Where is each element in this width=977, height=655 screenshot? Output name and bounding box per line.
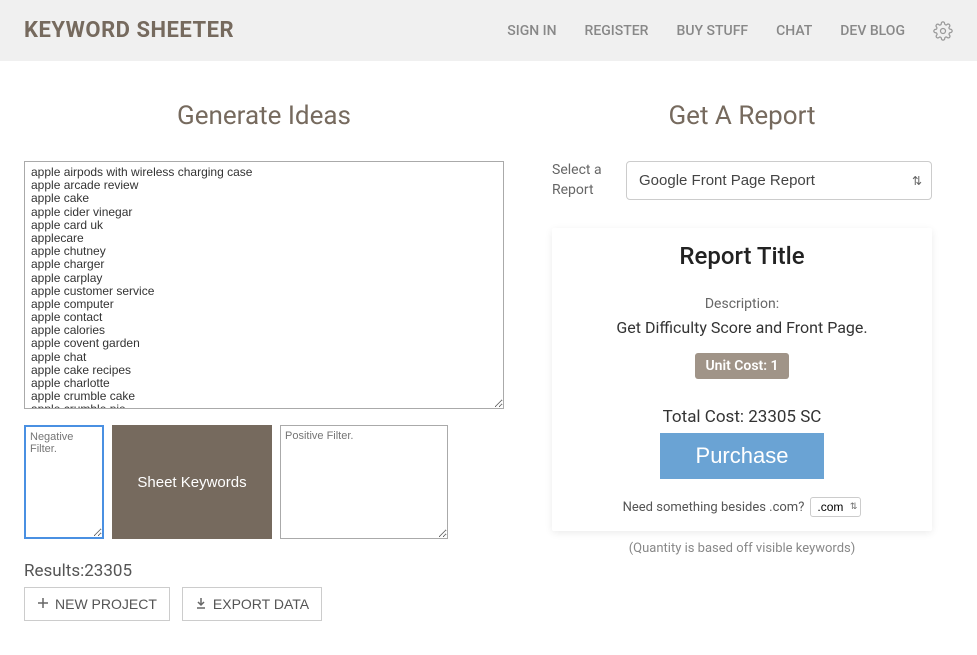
plus-icon xyxy=(37,596,49,612)
total-cost: Total Cost: 23305 SC xyxy=(570,407,914,427)
tld-select[interactable]: .com xyxy=(810,497,861,517)
ideas-panel: Generate Ideas Sheet Keywords Results:23… xyxy=(24,101,504,621)
nav-sign-in[interactable]: SIGN IN xyxy=(507,23,556,39)
nav: SIGN IN REGISTER BUY STUFF CHAT DEV BLOG xyxy=(507,21,953,41)
purchase-button[interactable]: Purchase xyxy=(660,433,825,479)
main-content: Generate Ideas Sheet Keywords Results:23… xyxy=(0,61,977,645)
sheet-keywords-button[interactable]: Sheet Keywords xyxy=(112,425,272,539)
new-project-button[interactable]: NEW PROJECT xyxy=(24,587,170,621)
nav-buy-stuff[interactable]: BUY STUFF xyxy=(677,23,749,39)
nav-register[interactable]: REGISTER xyxy=(585,23,649,39)
export-data-label: EXPORT DATA xyxy=(213,596,309,612)
download-icon xyxy=(195,596,207,612)
gear-icon[interactable] xyxy=(933,21,953,41)
report-card: Report Title Description: Get Difficulty… xyxy=(552,228,932,531)
negative-filter-input[interactable] xyxy=(24,425,104,539)
select-report-label: Select a Report xyxy=(552,161,612,200)
report-select-row: Select a Report Google Front Page Report… xyxy=(552,161,932,200)
new-project-label: NEW PROJECT xyxy=(55,596,157,612)
results-count: 23305 xyxy=(84,561,132,581)
results-line: Results:23305 xyxy=(24,561,504,581)
positive-filter-input[interactable] xyxy=(280,425,448,539)
description-text: Get Difficulty Score and Front Page. xyxy=(570,318,914,337)
tld-row: Need something besides .com? .com ⇅ xyxy=(570,497,914,517)
report-card-title: Report Title xyxy=(570,242,914,270)
description-label: Description: xyxy=(570,296,914,312)
quantity-note: (Quantity is based off visible keywords) xyxy=(552,541,932,556)
filters-row: Sheet Keywords xyxy=(24,425,504,539)
tld-select-wrapper: .com ⇅ xyxy=(810,497,861,517)
tld-label: Need something besides .com? xyxy=(623,500,805,515)
nav-dev-blog[interactable]: DEV BLOG xyxy=(840,23,905,39)
logo: KEYWORD SHEETER xyxy=(24,18,234,43)
export-data-button[interactable]: EXPORT DATA xyxy=(182,587,322,621)
select-wrapper: Google Front Page Report ⇅ xyxy=(626,161,932,200)
results-label: Results: xyxy=(24,561,84,581)
report-panel: Get A Report Select a Report Google Fron… xyxy=(552,101,932,621)
keywords-textarea[interactable] xyxy=(24,161,504,409)
header: KEYWORD SHEETER SIGN IN REGISTER BUY STU… xyxy=(0,0,977,61)
unit-cost-badge: Unit Cost: 1 xyxy=(695,353,788,379)
report-select[interactable]: Google Front Page Report xyxy=(626,161,932,200)
ideas-title: Generate Ideas xyxy=(24,101,504,131)
action-buttons: NEW PROJECT EXPORT DATA xyxy=(24,587,504,621)
report-section-title: Get A Report xyxy=(552,101,932,131)
nav-chat[interactable]: CHAT xyxy=(776,23,812,39)
